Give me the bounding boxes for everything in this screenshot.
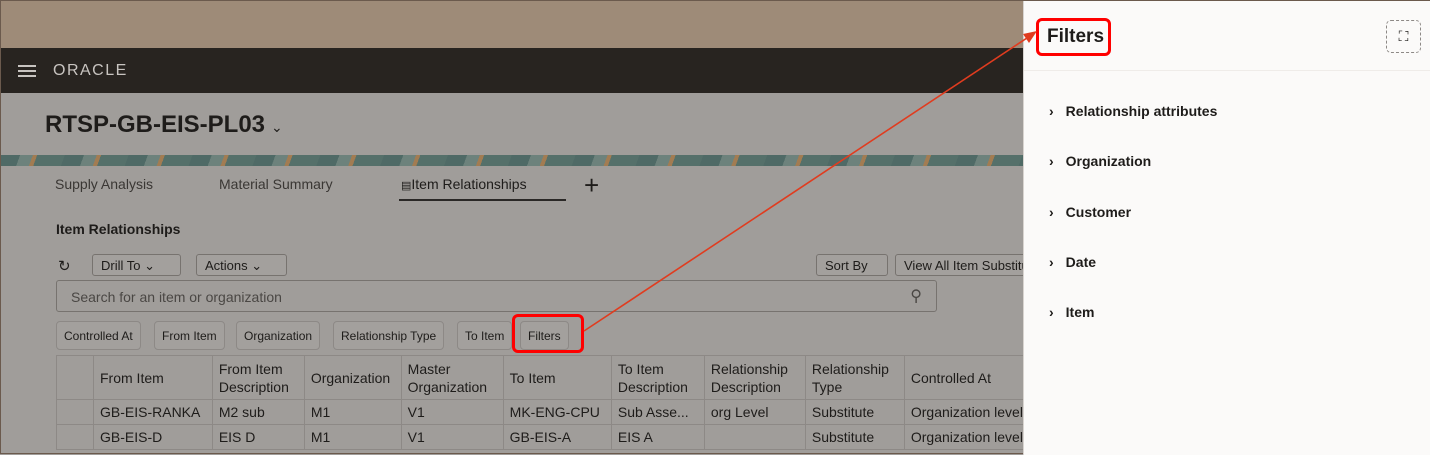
item-relationships-table: From Item From Item Description Organiza… — [56, 355, 1023, 450]
cell: Sub Asse... — [610, 399, 705, 425]
cell: GB-EIS-A — [502, 424, 612, 450]
sort-by-button[interactable]: Sort By — [816, 254, 888, 276]
cell — [703, 424, 806, 450]
cell: MK-ENG-CPU — [502, 399, 612, 425]
filter-group-label: Relationship attributes — [1065, 103, 1218, 119]
refresh-icon[interactable]: ↻ — [58, 257, 71, 275]
cell: GB-EIS-D — [93, 424, 213, 450]
section-title: Item Relationships — [56, 221, 181, 237]
chevron-right-icon: › — [1049, 103, 1054, 119]
cell: Substitute — [804, 424, 905, 450]
cell: Organization level — [903, 424, 1023, 450]
cell: EIS D — [211, 424, 305, 450]
drill-to-label: Drill To — [101, 258, 141, 273]
actions-button[interactable]: Actions ⌄ — [196, 254, 287, 276]
cell: Substitute — [804, 399, 905, 425]
active-tab-indicator — [399, 199, 566, 201]
cell: V1 — [400, 399, 504, 425]
document-icon: ▤ — [401, 180, 412, 192]
chip-organization[interactable]: Organization — [236, 321, 321, 350]
col-header[interactable]: Controlled At — [903, 355, 1023, 400]
col-header[interactable]: To Item Description — [610, 355, 705, 400]
tab-bar: Supply Analysis Material Summary ▤Item R… — [1, 169, 1023, 201]
chevron-right-icon: › — [1049, 153, 1054, 169]
chevron-right-icon: › — [1049, 254, 1054, 270]
select-column — [56, 355, 94, 400]
filter-group-item[interactable]: › Item — [1049, 304, 1094, 320]
row-selector[interactable] — [56, 424, 94, 450]
actions-label: Actions — [205, 258, 248, 273]
cell: M2 sub — [211, 399, 305, 425]
filter-group-label: Date — [1065, 254, 1097, 270]
main-page: ORACLE RTSP-GB-EIS-PL03 ⌄ Supply Analysis… — [1, 1, 1023, 455]
col-header[interactable]: Organization — [303, 355, 402, 400]
search-placeholder: Search for an item or organization — [71, 289, 282, 305]
cell: org Level — [703, 399, 806, 425]
filter-group-organization[interactable]: › Organization — [1049, 153, 1151, 169]
tab-item-relationships[interactable]: ▤Item Relationships — [401, 176, 527, 192]
page-title-text: RTSP-GB-EIS-PL03 — [45, 111, 266, 138]
view-all-button[interactable]: View All Item Substitutes — [895, 254, 1023, 276]
filter-group-date[interactable]: › Date — [1049, 254, 1096, 270]
search-icon[interactable]: ⚲ — [910, 286, 922, 306]
filters-title-highlight — [1036, 18, 1111, 56]
cell: V1 — [400, 424, 504, 450]
tab-supply-analysis[interactable]: Supply Analysis — [55, 176, 153, 192]
page-title[interactable]: RTSP-GB-EIS-PL03 ⌄ — [45, 111, 283, 139]
chevron-down-icon[interactable]: ⌄ — [271, 119, 283, 135]
chip-controlled-at[interactable]: Controlled At — [56, 321, 141, 350]
menu-icon[interactable] — [18, 64, 36, 77]
add-tab-icon[interactable]: + — [584, 170, 599, 201]
table-row[interactable]: GB-EIS-RANKA M2 sub M1 V1 MK-ENG-CPU Sub Asse… — [56, 399, 1023, 425]
row-selector[interactable] — [56, 399, 94, 425]
expand-icon[interactable]: ⛶ — [1386, 20, 1421, 53]
chevron-right-icon: › — [1049, 304, 1054, 320]
navbar: ORACLE — [1, 48, 1023, 93]
table-header-row: From Item From Item Description Organiza… — [56, 355, 1023, 400]
chip-from-item[interactable]: From Item — [154, 321, 225, 350]
col-header[interactable]: From Item Description — [211, 355, 305, 400]
decorative-banner — [1, 155, 1023, 166]
filter-group-label: Customer — [1065, 204, 1132, 220]
col-header[interactable]: Master Organization — [400, 355, 504, 400]
cell: M1 — [303, 424, 402, 450]
filter-group-label: Organization — [1065, 153, 1152, 169]
col-header[interactable]: Relationship Description — [703, 355, 806, 400]
cell: GB-EIS-RANKA — [93, 399, 213, 425]
cell: Organization level — [903, 399, 1023, 425]
drill-to-button[interactable]: Drill To ⌄ — [92, 254, 181, 276]
search-input[interactable]: Search for an item or organization ⚲ — [56, 280, 937, 312]
col-header[interactable]: Relationship Type — [804, 355, 905, 400]
chip-to-item[interactable]: To Item — [457, 321, 513, 350]
tab-label: Item Relationships — [411, 176, 527, 192]
col-header[interactable]: To Item — [502, 355, 612, 400]
table-row[interactable]: GB-EIS-D EIS D M1 V1 GB-EIS-A EIS A Substitute… — [56, 424, 1023, 450]
cell: EIS A — [610, 424, 705, 450]
chevron-right-icon: › — [1049, 204, 1054, 220]
chip-relationship-type[interactable]: Relationship Type — [333, 321, 445, 350]
top-band — [1, 1, 1023, 48]
divider — [1024, 70, 1430, 71]
filter-group-label: Item — [1065, 304, 1095, 320]
filter-group-customer[interactable]: › Customer — [1049, 204, 1131, 220]
col-header[interactable]: From Item — [93, 355, 213, 400]
cell: M1 — [303, 399, 402, 425]
filters-panel: Filters ⛶ › Relationship attributes › Orga… — [1023, 1, 1430, 455]
tab-material-summary[interactable]: Material Summary — [219, 176, 333, 192]
oracle-logo: ORACLE — [53, 61, 128, 79]
filters-chip-highlight — [512, 314, 584, 353]
filter-group-relationship-attributes[interactable]: › Relationship attributes — [1049, 103, 1217, 119]
